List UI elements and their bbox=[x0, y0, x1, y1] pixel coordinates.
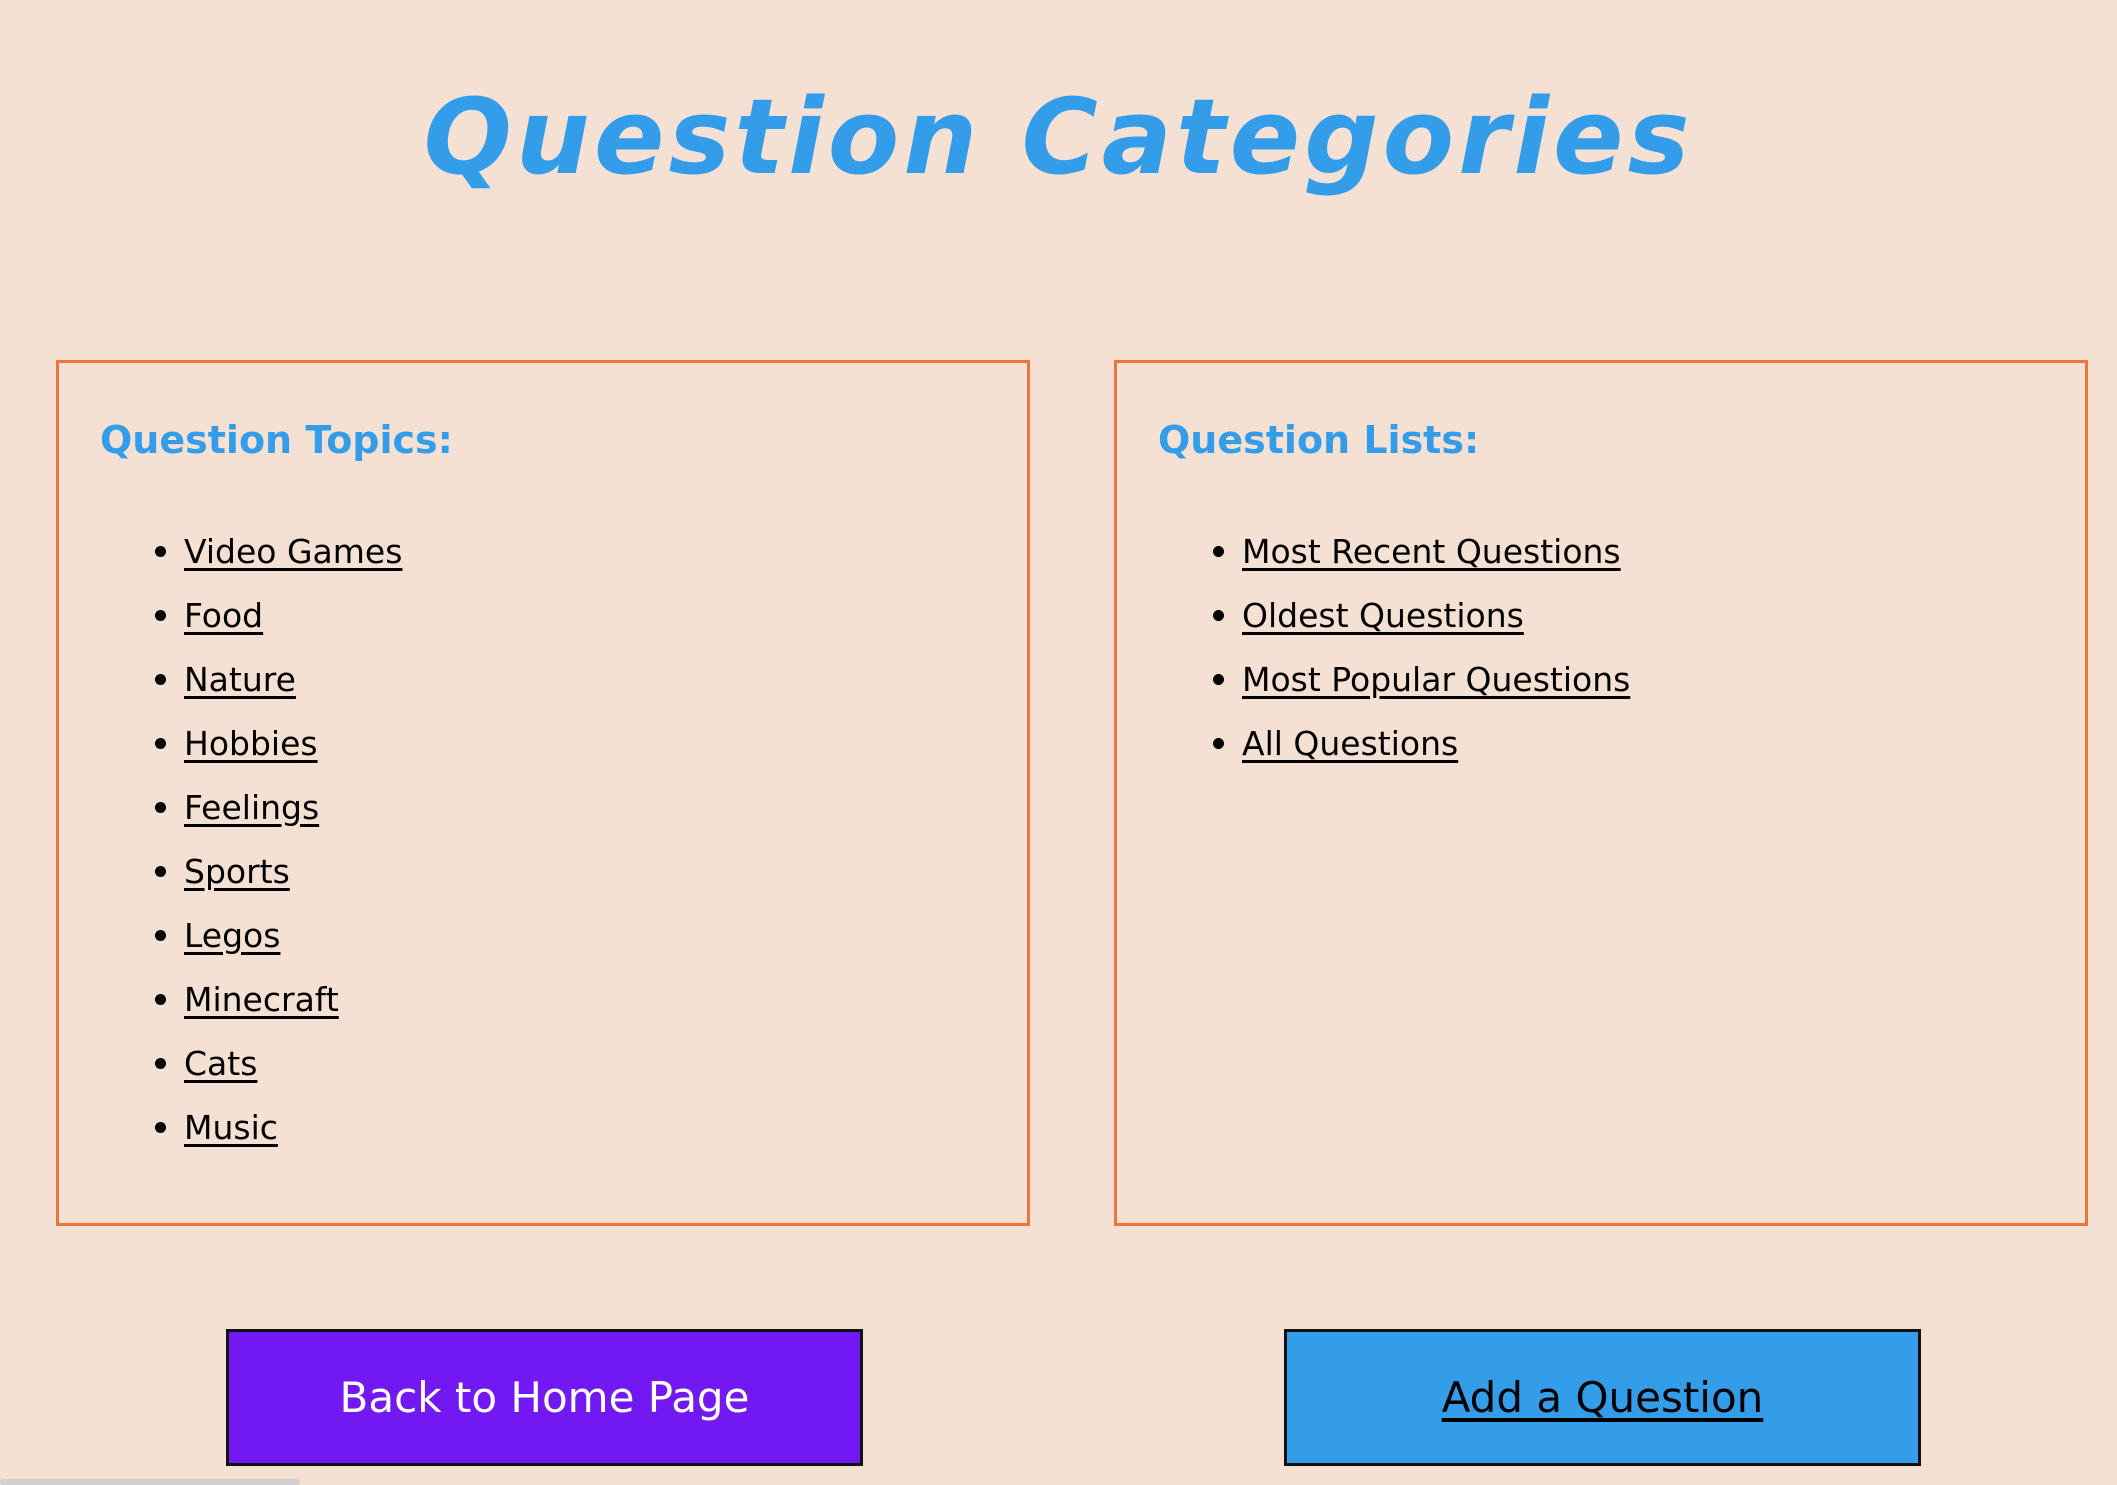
bullet-icon bbox=[155, 865, 166, 877]
page: Question Categories Question Topics: Vid… bbox=[0, 0, 2117, 1485]
topic-link-feelings[interactable]: Feelings bbox=[184, 788, 319, 827]
list-link-most-popular[interactable]: Most Popular Questions bbox=[1242, 660, 1630, 699]
bullet-icon bbox=[155, 1121, 166, 1133]
question-topics-panel: Question Topics: Video Games Food Nature… bbox=[56, 360, 1030, 1226]
list-item: Legos bbox=[108, 903, 402, 967]
question-lists-heading: Question Lists: bbox=[1158, 418, 1480, 462]
bullet-icon bbox=[1213, 545, 1224, 557]
list-link-oldest[interactable]: Oldest Questions bbox=[1242, 596, 1524, 635]
question-topics-heading: Question Topics: bbox=[100, 418, 453, 462]
bullet-icon bbox=[155, 801, 166, 813]
bullet-icon bbox=[1213, 609, 1224, 621]
topic-link-cats[interactable]: Cats bbox=[184, 1044, 257, 1083]
bullet-icon bbox=[155, 993, 166, 1005]
list-item: Most Recent Questions bbox=[1166, 519, 1630, 583]
list-item: Most Popular Questions bbox=[1166, 647, 1630, 711]
horizontal-scrollbar[interactable] bbox=[0, 1479, 300, 1485]
lists-list: Most Recent Questions Oldest Questions M… bbox=[1166, 519, 1630, 775]
list-link-most-recent[interactable]: Most Recent Questions bbox=[1242, 532, 1621, 571]
topic-link-hobbies[interactable]: Hobbies bbox=[184, 724, 318, 763]
list-item: Nature bbox=[108, 647, 402, 711]
topic-link-nature[interactable]: Nature bbox=[184, 660, 296, 699]
list-item: Video Games bbox=[108, 519, 402, 583]
bullet-icon bbox=[155, 737, 166, 749]
topic-link-legos[interactable]: Legos bbox=[184, 916, 280, 955]
page-title: Question Categories bbox=[423, 76, 1694, 198]
list-item: Music bbox=[108, 1095, 402, 1159]
list-item: Feelings bbox=[108, 775, 402, 839]
bullet-icon bbox=[1213, 673, 1224, 685]
topic-link-sports[interactable]: Sports bbox=[184, 852, 290, 891]
list-item: Food bbox=[108, 583, 402, 647]
topic-link-food[interactable]: Food bbox=[184, 596, 263, 635]
bullet-icon bbox=[155, 929, 166, 941]
list-item: Sports bbox=[108, 839, 402, 903]
add-question-button[interactable]: Add a Question bbox=[1284, 1329, 1921, 1466]
list-item: All Questions bbox=[1166, 711, 1630, 775]
bullet-icon bbox=[1213, 737, 1224, 749]
back-to-home-button[interactable]: Back to Home Page bbox=[226, 1329, 863, 1466]
question-lists-panel: Question Lists: Most Recent Questions Ol… bbox=[1114, 360, 2088, 1226]
topic-link-video-games[interactable]: Video Games bbox=[184, 532, 402, 571]
list-item: Minecraft bbox=[108, 967, 402, 1031]
topic-link-minecraft[interactable]: Minecraft bbox=[184, 980, 339, 1019]
bullet-icon bbox=[155, 609, 166, 621]
bullet-icon bbox=[155, 1057, 166, 1069]
bullet-icon bbox=[155, 673, 166, 685]
list-item: Cats bbox=[108, 1031, 402, 1095]
list-item: Oldest Questions bbox=[1166, 583, 1630, 647]
topics-list: Video Games Food Nature Hobbies Feelings… bbox=[108, 519, 402, 1159]
list-link-all[interactable]: All Questions bbox=[1242, 724, 1458, 763]
topic-link-music[interactable]: Music bbox=[184, 1108, 278, 1147]
bullet-icon bbox=[155, 545, 166, 557]
list-item: Hobbies bbox=[108, 711, 402, 775]
